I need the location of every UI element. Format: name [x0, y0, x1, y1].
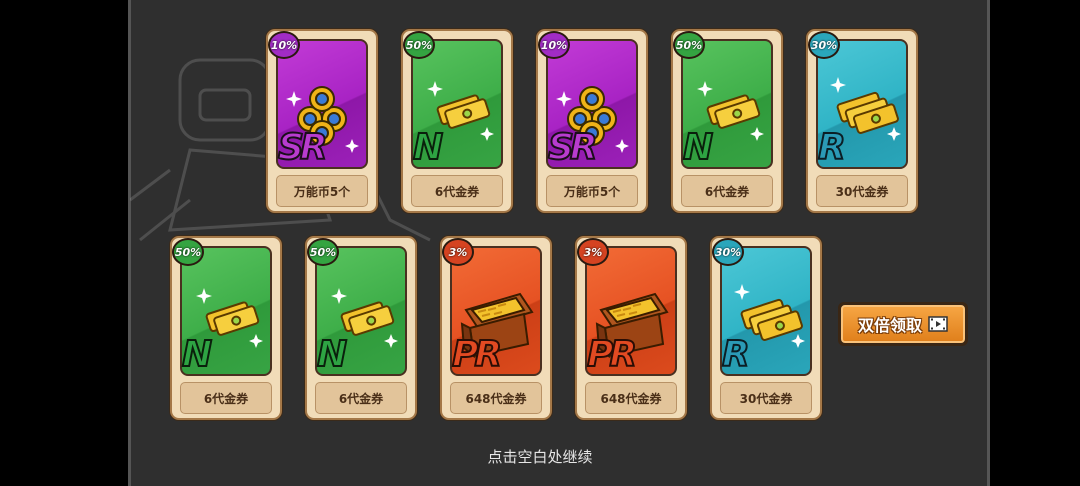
- reward-name: 6代金券: [681, 175, 773, 207]
- reward-card: 3% PR 648代金券: [575, 236, 687, 420]
- rarity-label: PR: [586, 333, 638, 376]
- reward-name: 6代金券: [180, 382, 272, 414]
- rarity-label: N: [316, 333, 348, 376]
- double-reward-label: 双倍领取: [857, 316, 922, 335]
- rarity-label: N: [682, 126, 714, 169]
- reward-card: 10% SR 万能币5个: [536, 29, 648, 213]
- rarity-label: R: [817, 126, 847, 169]
- reward-name: 648代金券: [585, 382, 677, 414]
- double-reward-button[interactable]: 双倍领取: [838, 302, 968, 346]
- reward-name: 6代金券: [315, 382, 407, 414]
- drop-rate-badge: 3%: [577, 238, 609, 266]
- drop-rate-badge: 3%: [442, 238, 474, 266]
- reward-card: 50% N 6代金券: [170, 236, 282, 420]
- rarity-label: PR: [451, 333, 503, 376]
- reward-name: 648代金券: [450, 382, 542, 414]
- reward-card: 50% N 6代金券: [671, 29, 783, 213]
- reward-card: 50% N 6代金券: [305, 236, 417, 420]
- reward-card: 50% N 6代金券: [401, 29, 513, 213]
- reward-card: 30% R 30代金券: [710, 236, 822, 420]
- rarity-label: SR: [277, 126, 329, 169]
- reward-card: 30% R 30代金券: [806, 29, 918, 213]
- video-icon: [928, 316, 948, 332]
- rarity-label: N: [412, 126, 444, 169]
- drop-rate-badge: 10%: [538, 31, 570, 59]
- drop-rate-badge: 50%: [172, 238, 204, 266]
- reward-name: 30代金券: [720, 382, 812, 414]
- reward-card: 3% PR 648代金券: [440, 236, 552, 420]
- drop-rate-badge: 30%: [808, 31, 840, 59]
- reward-name: 万能币5个: [276, 175, 368, 207]
- drop-rate-badge: 50%: [307, 238, 339, 266]
- tap-to-continue-hint: 点击空白处继续: [487, 448, 593, 466]
- drop-rate-badge: 50%: [673, 31, 705, 59]
- reward-name: 万能币5个: [546, 175, 638, 207]
- reward-name: 6代金券: [411, 175, 503, 207]
- drop-rate-badge: 50%: [403, 31, 435, 59]
- rarity-label: R: [721, 333, 751, 376]
- drop-rate-badge: 10%: [268, 31, 300, 59]
- reward-name: 30代金券: [816, 175, 908, 207]
- reward-card: 10% SR 万能币5个: [266, 29, 378, 213]
- drop-rate-badge: 30%: [712, 238, 744, 266]
- rarity-label: SR: [547, 126, 599, 169]
- rarity-label: N: [181, 333, 213, 376]
